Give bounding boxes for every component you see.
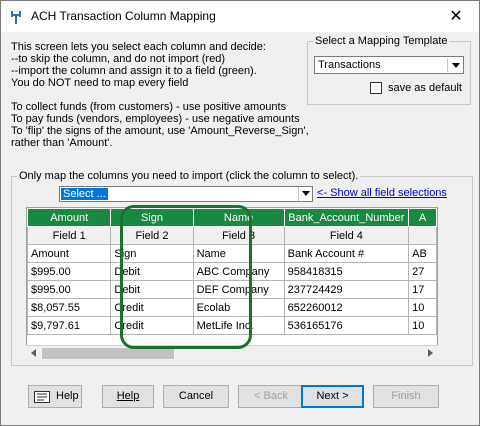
grid-cell[interactable]: Debit bbox=[110, 262, 194, 281]
grid-cell[interactable]: $9,797.61 bbox=[27, 316, 112, 335]
field-cell[interactable]: Field 2 bbox=[110, 226, 194, 245]
mapping-template-select[interactable]: Transactions bbox=[314, 56, 464, 74]
grid-cell[interactable]: Credit bbox=[110, 316, 194, 335]
scroll-left-icon[interactable] bbox=[31, 349, 36, 357]
grid-cell[interactable]: 237724429 bbox=[283, 280, 410, 299]
help-icon-button[interactable]: Help bbox=[28, 385, 82, 408]
close-button[interactable]: ✕ bbox=[433, 1, 479, 32]
grid-cell[interactable]: $995.00 bbox=[27, 280, 112, 299]
instructions-text: This screen lets you select each column … bbox=[11, 41, 309, 149]
grid-cell[interactable]: MetLife Inc. bbox=[192, 316, 285, 335]
table-row: Amount Sign Name Bank Account # AB bbox=[27, 244, 437, 263]
grid-cell[interactable]: Amount bbox=[27, 244, 112, 263]
scrollbar-thumb[interactable] bbox=[42, 348, 174, 359]
cancel-button-label: Cancel bbox=[178, 390, 214, 402]
back-button[interactable]: < Back bbox=[238, 385, 304, 408]
field-cell[interactable] bbox=[408, 226, 437, 245]
chevron-down-icon bbox=[447, 58, 462, 72]
help-button-label: Help bbox=[116, 390, 140, 402]
dialog-window: ACH Transaction Column Mapping ✕ This sc… bbox=[0, 0, 480, 426]
back-button-label: < Back bbox=[254, 390, 288, 402]
grid-cell[interactable]: 27 bbox=[408, 262, 437, 281]
column-mapping-legend: Only map the columns you need to import … bbox=[17, 170, 361, 182]
grid-field-row: Field 1 Field 2 Field 3 Field 4 bbox=[27, 226, 437, 245]
grid-cell[interactable]: 536165176 bbox=[283, 316, 410, 335]
field-select[interactable]: Select ... bbox=[59, 186, 313, 202]
window-title: ACH Transaction Column Mapping bbox=[31, 9, 216, 23]
grid-header-row: Amount Sign Name Bank_Account_Number A bbox=[27, 208, 437, 227]
title-bar: ACH Transaction Column Mapping ✕ bbox=[1, 1, 479, 32]
table-row: $995.00 Debit ABC Company 958418315 27 bbox=[27, 262, 437, 281]
column-header[interactable]: Bank_Account_Number bbox=[283, 208, 410, 227]
grid-cell[interactable]: Debit bbox=[110, 280, 194, 299]
grid-cell[interactable]: Name bbox=[192, 244, 285, 263]
grid-cell[interactable]: Sign bbox=[110, 244, 194, 263]
column-header[interactable]: A bbox=[408, 208, 437, 227]
finish-button[interactable]: Finish bbox=[373, 385, 439, 408]
table-row: $9,797.61 Credit MetLife Inc. 536165176 … bbox=[27, 316, 437, 335]
field-cell[interactable]: Field 3 bbox=[192, 226, 285, 245]
grid-cell[interactable]: 10 bbox=[408, 298, 437, 317]
table-row: $8,057.55 Credit Ecolab 652260012 10 bbox=[27, 298, 437, 317]
horizontal-scrollbar[interactable] bbox=[26, 345, 438, 360]
next-button-label: Next > bbox=[316, 390, 349, 402]
grid-cell[interactable]: 10 bbox=[408, 316, 437, 335]
grid-cell[interactable]: $995.00 bbox=[27, 262, 112, 281]
grid-cell[interactable]: 652260012 bbox=[283, 298, 410, 317]
help-icon-button-label: Help bbox=[56, 390, 79, 402]
field-select-value: Select ... bbox=[61, 188, 108, 200]
grid-cell[interactable]: 958418315 bbox=[283, 262, 410, 281]
scroll-right-icon[interactable] bbox=[428, 349, 433, 357]
column-grid: Amount Sign Name Bank_Account_Number A F… bbox=[26, 207, 438, 360]
column-header[interactable]: Name bbox=[192, 208, 285, 227]
field-cell[interactable]: Field 4 bbox=[283, 226, 410, 245]
help-button[interactable]: Help bbox=[102, 385, 154, 408]
grid-cell[interactable]: Ecolab bbox=[192, 298, 285, 317]
save-as-default-label: save as default bbox=[388, 82, 462, 94]
field-cell[interactable]: Field 1 bbox=[27, 226, 112, 245]
mapping-template-legend: Select a Mapping Template bbox=[313, 35, 450, 47]
table-row: $995.00 Debit DEF Company 237724429 17 bbox=[27, 280, 437, 299]
help-book-icon bbox=[34, 391, 50, 403]
mapping-template-group: Select a Mapping Template Transactions s… bbox=[307, 35, 471, 105]
mapping-template-value: Transactions bbox=[318, 59, 381, 71]
next-button[interactable]: Next > bbox=[301, 385, 364, 408]
finish-button-label: Finish bbox=[391, 390, 421, 402]
app-icon bbox=[11, 11, 21, 24]
grid-cell[interactable]: AB bbox=[408, 244, 437, 263]
chevron-down-icon bbox=[298, 187, 312, 201]
column-header[interactable]: Sign bbox=[110, 208, 194, 227]
cancel-button[interactable]: Cancel bbox=[163, 385, 229, 408]
save-as-default-checkbox[interactable] bbox=[370, 82, 382, 94]
show-all-fields-link[interactable]: <- Show all field selections bbox=[317, 187, 447, 199]
grid-cell[interactable]: DEF Company bbox=[192, 280, 285, 299]
grid-cell[interactable]: Bank Account # bbox=[283, 244, 410, 263]
column-header[interactable]: Amount bbox=[27, 208, 112, 227]
grid-cell[interactable]: 17 bbox=[408, 280, 437, 299]
grid-cell[interactable]: ABC Company bbox=[192, 262, 285, 281]
grid-cell[interactable]: Credit bbox=[110, 298, 194, 317]
grid-cell[interactable]: $8,057.55 bbox=[27, 298, 112, 317]
